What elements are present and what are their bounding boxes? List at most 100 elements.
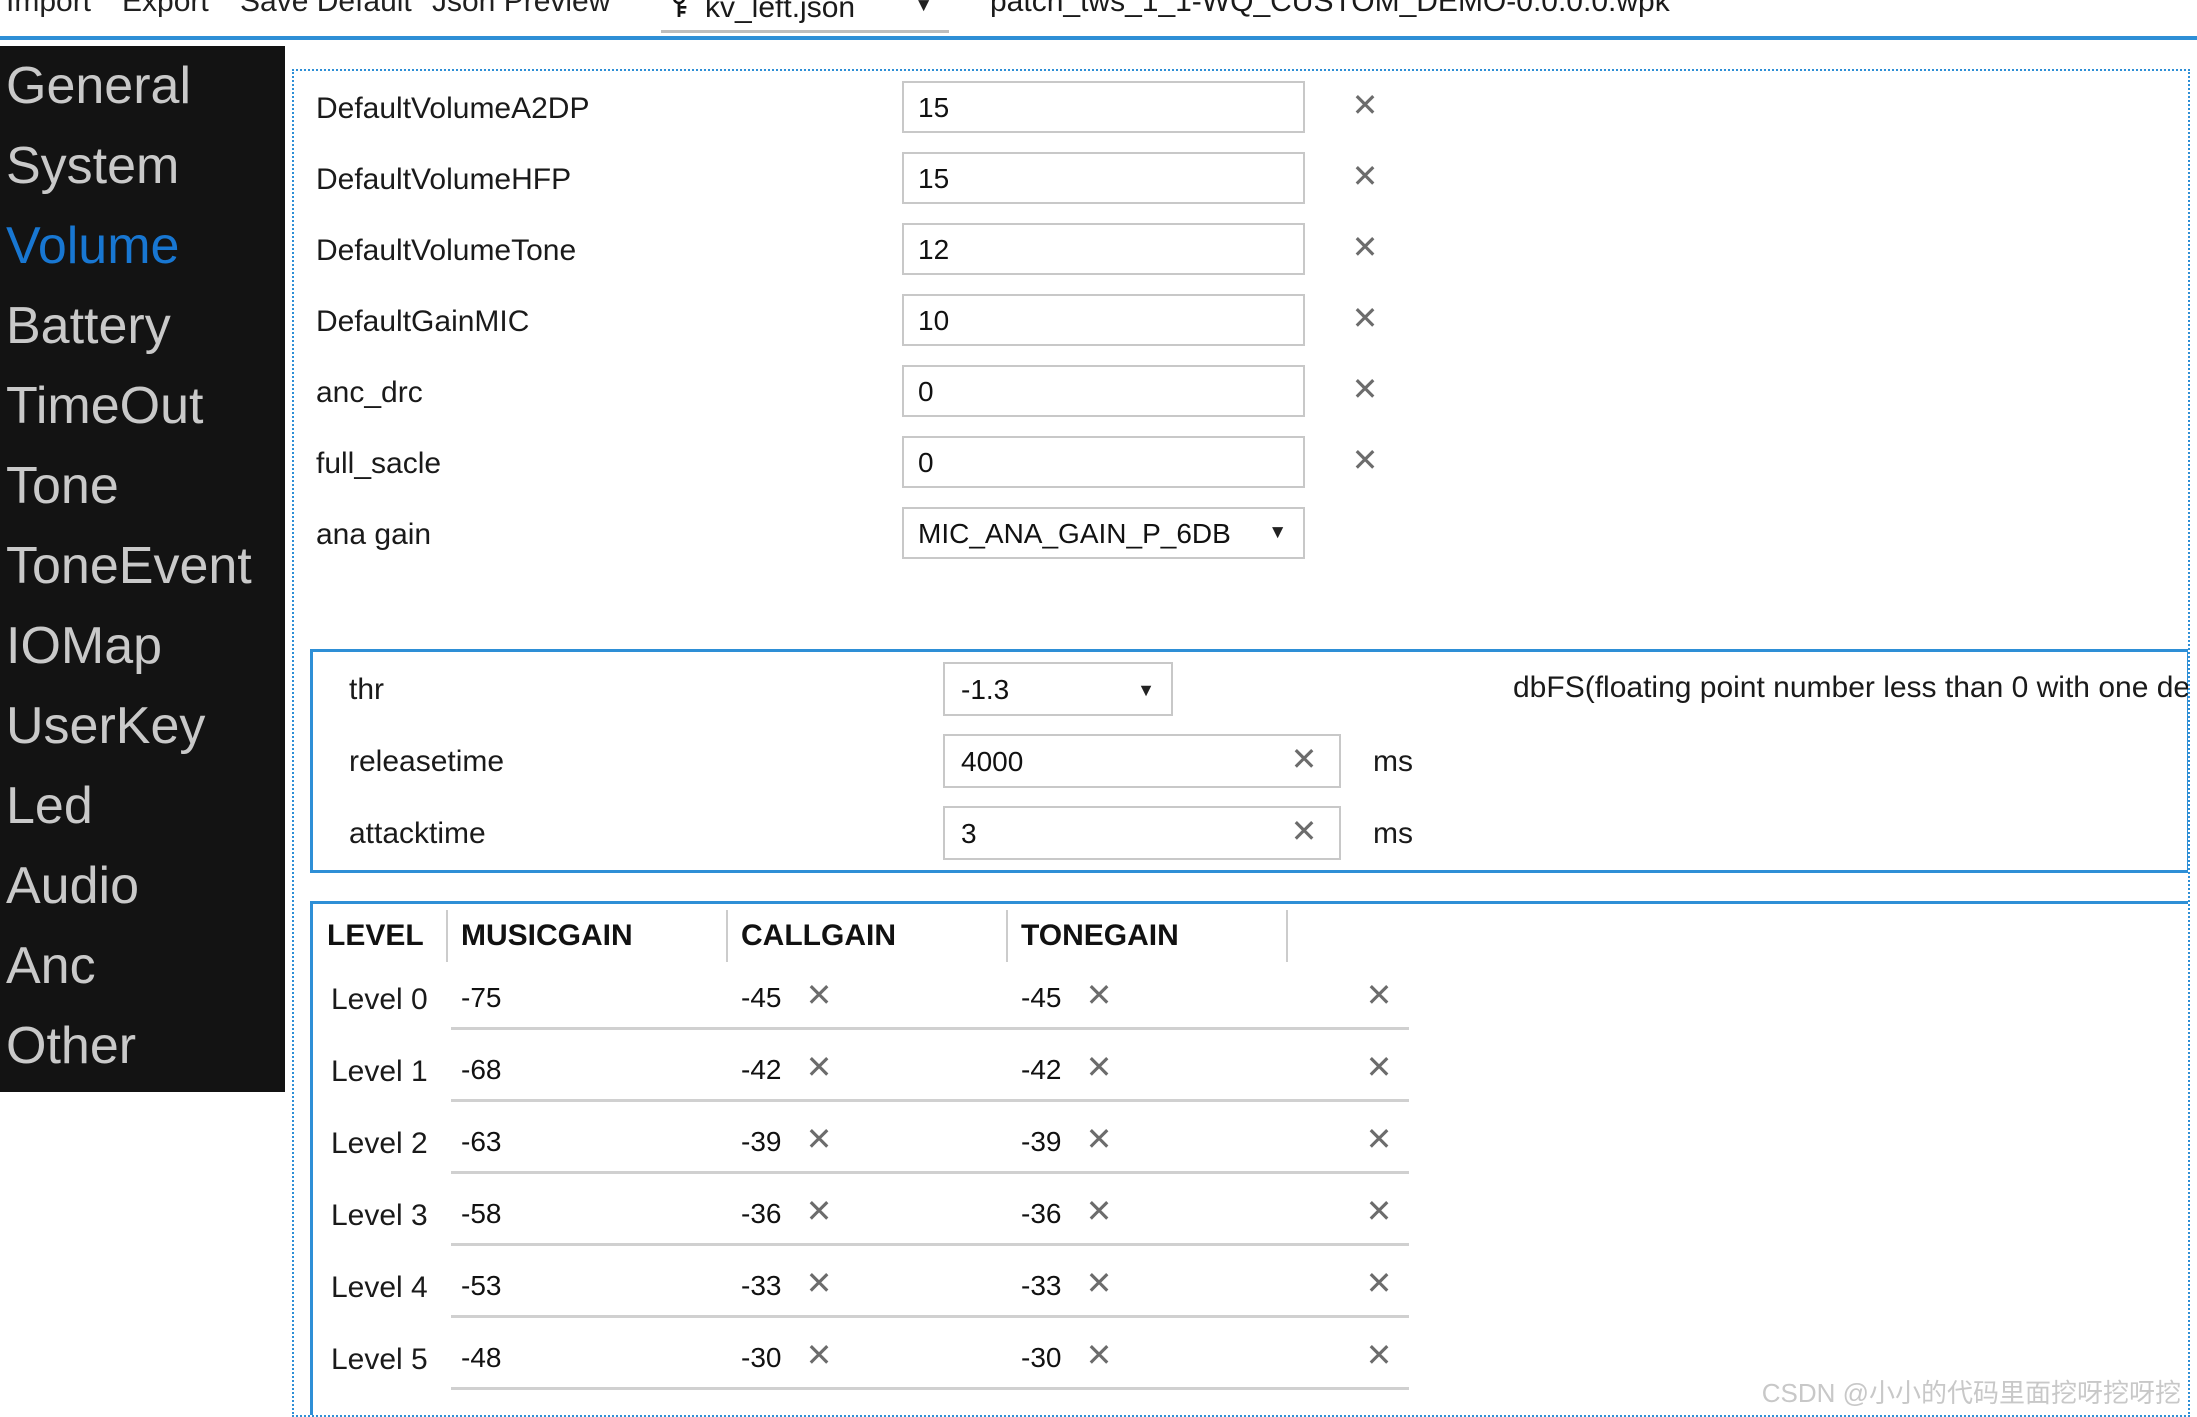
export-button[interactable]: Export [122, 0, 209, 20]
sidebar-item-volume[interactable]: Volume [0, 206, 285, 286]
drc-text-input[interactable]: 3 [943, 806, 1341, 860]
level-label: Level 6 [331, 1412, 428, 1415]
drc-label: releasetime [349, 745, 505, 778]
table-row: Level 1 -68 ✕ -42 ✕ -42 ✕ [313, 1038, 1753, 1110]
drc-text-input[interactable]: 4000 [943, 734, 1341, 788]
tonegain-input[interactable]: -27 ✕ [1011, 1404, 1409, 1415]
clear-icon[interactable]: ✕ [1288, 742, 1320, 776]
watermark: CSDN @小小的代码里面挖呀挖呀挖 [1761, 1378, 2181, 1408]
file-select-value: kv_left.json [705, 0, 856, 24]
sidebar-item-other[interactable]: Other [0, 1006, 285, 1086]
tonegain-input[interactable]: -45 ✕ [1011, 972, 1409, 1030]
chevron-down-icon: ▼ [914, 0, 933, 16]
thr-select[interactable]: -1.3 ▼ [943, 662, 1173, 716]
field-label: anc_drc [316, 376, 423, 409]
settings-panel: DefaultVolumeA2DP 15 ✕ DefaultVolumeHFP 15 ✕ D… [292, 69, 2190, 1417]
input-value: -45 [1021, 982, 1062, 1013]
table-row: Level 6-44✕-27✕-27✕ [313, 1398, 1753, 1415]
field-label: DefaultGainMIC [316, 305, 530, 338]
field-label: DefaultVolumeTone [316, 234, 577, 267]
sidebar-item-label: IOMap [6, 617, 163, 675]
clear-icon[interactable]: ✕ [1349, 88, 1381, 122]
field-row: DefaultVolumeHFP 15 ✕ [294, 150, 2188, 221]
sidebar-item-toneevent[interactable]: ToneEvent [0, 526, 285, 606]
input-value: -39 [1021, 1126, 1062, 1157]
clear-icon[interactable]: ✕ [1363, 1410, 1395, 1415]
clear-icon[interactable]: ✕ [1349, 230, 1381, 264]
clear-icon[interactable]: ✕ [1349, 301, 1381, 335]
sidebar-item-timeout[interactable]: TimeOut [0, 366, 285, 446]
level-label: Level 3 [331, 1199, 428, 1232]
text-input[interactable]: 10 [902, 294, 1305, 346]
key-icon [670, 0, 692, 24]
sidebar-item-label: System [6, 137, 180, 195]
tonegain-input[interactable]: -36 ✕ [1011, 1188, 1409, 1246]
json-preview-button[interactable]: Json Preview [432, 0, 610, 20]
clear-icon[interactable]: ✕ [1349, 372, 1381, 406]
tonegain-input[interactable]: -42 ✕ [1011, 1044, 1409, 1102]
file-select-combobox[interactable]: kv_left.json ▼ [655, 0, 955, 34]
field-label: ana gain [316, 518, 432, 551]
input-value: -36 [1021, 1198, 1062, 1229]
unit-label: ms [1373, 817, 1413, 850]
table-row: Level 3 -58 ✕ -36 ✕ -36 ✕ [313, 1182, 1753, 1254]
sidebar-item-label: Audio [6, 857, 139, 915]
field-hint: dbFS(floating point number less than 0 w… [1513, 671, 2190, 704]
text-input[interactable]: 15 [902, 152, 1305, 204]
text-input[interactable]: 12 [902, 223, 1305, 275]
sidebar-item-userkey[interactable]: UserKey [0, 686, 285, 766]
input-value: 15 [918, 163, 950, 194]
clear-icon[interactable]: ✕ [1363, 978, 1395, 1012]
sidebar-item-label: TimeOut [6, 377, 204, 435]
clear-icon[interactable]: ✕ [1363, 1338, 1395, 1372]
input-value: -45 [741, 982, 782, 1013]
sidebar-item-label: General [6, 57, 191, 115]
text-input[interactable]: 15 [902, 81, 1305, 133]
drc-row: releasetime 4000 ✕ ms [313, 728, 2187, 800]
input-value: 12 [918, 234, 950, 265]
field-label: DefaultVolumeA2DP [316, 92, 590, 125]
clear-icon[interactable]: ✕ [1363, 1194, 1395, 1228]
input-value: -30 [1021, 1342, 1062, 1373]
column-divider [726, 910, 728, 962]
import-button[interactable]: Import [6, 0, 91, 20]
clear-icon[interactable]: ✕ [1349, 443, 1381, 477]
level-label: Level 4 [331, 1271, 428, 1304]
sidebar-item-general[interactable]: General [0, 46, 285, 126]
sidebar-item-iomap[interactable]: IOMap [0, 606, 285, 686]
save-default-button[interactable]: Save Default [240, 0, 412, 20]
sidebar-item-label: ToneEvent [6, 537, 252, 595]
select-value: -1.3 [961, 674, 1010, 705]
clear-icon[interactable]: ✕ [1363, 1122, 1395, 1156]
column-divider [446, 910, 448, 962]
ana-gain-select[interactable]: MIC_ANA_GAIN_P_6DB ▼ [902, 507, 1305, 559]
tonegain-input[interactable]: -30 ✕ [1011, 1332, 1409, 1390]
tonegain-input[interactable]: -33 ✕ [1011, 1260, 1409, 1318]
input-value: -48 [461, 1342, 502, 1373]
clear-icon[interactable]: ✕ [1363, 1266, 1395, 1300]
input-value: 10 [918, 305, 950, 336]
sidebar-item-audio[interactable]: Audio [0, 846, 285, 926]
input-value: -42 [1021, 1054, 1062, 1085]
text-input[interactable]: 0 [902, 365, 1305, 417]
sidebar-item-label: UserKey [6, 697, 206, 755]
unit-label: ms [1373, 745, 1413, 778]
field-label: DefaultVolumeHFP [316, 163, 572, 196]
sidebar-item-battery[interactable]: Battery [0, 286, 285, 366]
input-value: 0 [918, 376, 934, 407]
tonegain-input[interactable]: -39 ✕ [1011, 1116, 1409, 1174]
clear-icon[interactable]: ✕ [1349, 159, 1381, 193]
clear-icon[interactable]: ✕ [1288, 814, 1320, 848]
sidebar-item-anc[interactable]: Anc [0, 926, 285, 1006]
input-value: -63 [461, 1126, 502, 1157]
gain-level-table: LEVEL MUSICGAIN CALLGAIN TONEGAIN Level 0 -7… [310, 901, 2188, 1415]
input-value: -39 [741, 1126, 782, 1157]
drc-label: attacktime [349, 817, 486, 850]
sidebar-item-tone[interactable]: Tone [0, 446, 285, 526]
sidebar-item-system[interactable]: System [0, 126, 285, 206]
field-row: ana gain MIC_ANA_GAIN_P_6DB ▼ [294, 505, 2188, 576]
text-input[interactable]: 0 [902, 436, 1305, 488]
clear-icon[interactable]: ✕ [1363, 1050, 1395, 1084]
sidebar-item-label: Volume [6, 217, 180, 275]
sidebar-item-led[interactable]: Led [0, 766, 285, 846]
